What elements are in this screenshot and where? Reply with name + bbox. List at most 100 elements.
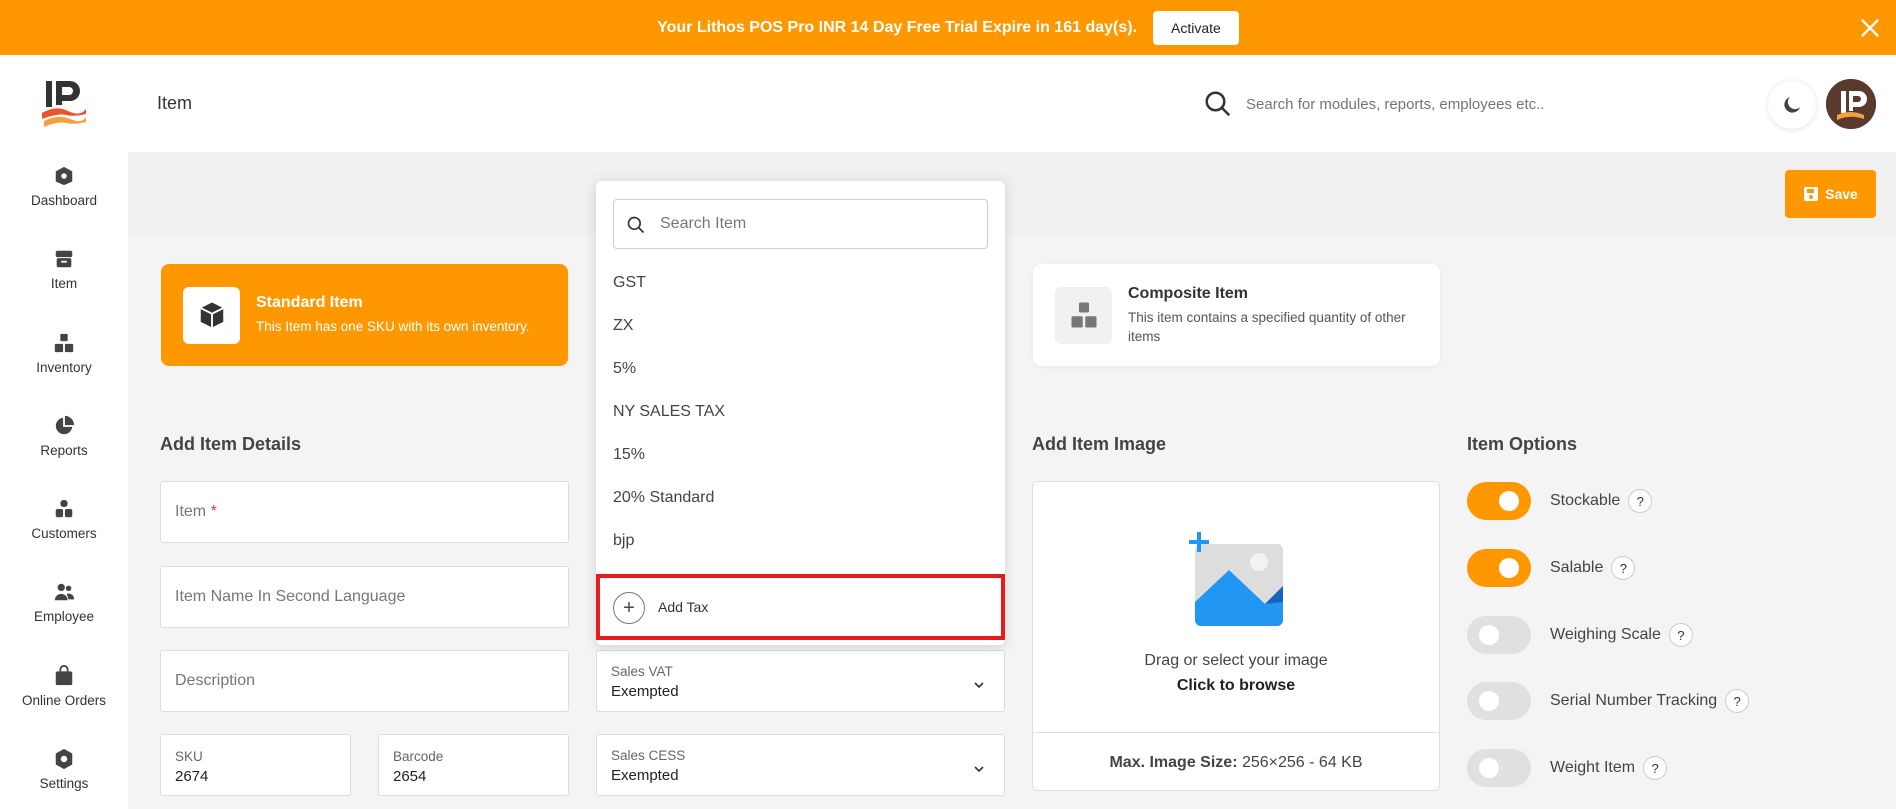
max-size-label: Max. Image Size:	[1109, 754, 1238, 771]
sales-vat-value: Exempted	[611, 683, 679, 700]
composite-item-card[interactable]: Composite Item This item contains a spec…	[1033, 264, 1440, 366]
sku-value: 2674	[175, 768, 209, 785]
help-icon[interactable]: ?	[1668, 623, 1693, 647]
user-avatar[interactable]	[1826, 79, 1876, 129]
standard-item-desc: This Item has one SKU with its own inven…	[256, 319, 530, 334]
tax-option[interactable]: bjp	[613, 532, 634, 550]
plus-icon: +	[613, 592, 645, 624]
option-serial-number-tracking: Serial Number Tracking ?	[1467, 681, 1750, 721]
trial-banner: Your Lithos POS Pro INR 14 Day Free Tria…	[0, 0, 1896, 55]
sidebar-item-label: Customers	[31, 526, 97, 541]
sidebar-item-employee[interactable]: Employee	[0, 581, 128, 651]
sidebar-item-customers[interactable]: Customers	[0, 498, 128, 568]
tax-search-input[interactable]: Search Item	[613, 199, 988, 249]
image-upload-dropzone[interactable]: Drag or select your image Click to brows…	[1032, 481, 1440, 791]
search-icon	[627, 216, 645, 234]
standard-item-card[interactable]: Standard Item This Item has one SKU with…	[161, 264, 568, 366]
sidebar-item-dashboard[interactable]: Dashboard	[0, 165, 128, 235]
salable-toggle[interactable]	[1467, 549, 1531, 587]
option-label: Serial Number Tracking	[1550, 692, 1718, 709]
sidebar-item-item[interactable]: Item	[0, 248, 128, 318]
item-name-field[interactable]: Item *	[160, 481, 569, 543]
employee-icon	[54, 583, 75, 601]
sidebar-item-label: Settings	[39, 776, 89, 791]
option-stockable: Stockable ?	[1467, 481, 1653, 521]
tax-option[interactable]: 15%	[613, 446, 645, 464]
item-options-title: Item Options	[1467, 434, 1578, 454]
composite-item-icon-box	[1055, 286, 1112, 344]
sales-cess-label: Sales CESS	[611, 748, 686, 763]
option-weighing-scale: Weighing Scale ?	[1467, 615, 1693, 655]
add-tax-button[interactable]: + Add Tax	[596, 574, 1005, 640]
click-to-browse-link[interactable]: Click to browse	[1033, 677, 1439, 695]
cube-box-icon	[199, 302, 224, 328]
description-field[interactable]: Description	[160, 650, 569, 712]
option-label: Salable	[1550, 559, 1604, 576]
avatar-logo-icon	[1826, 79, 1876, 129]
tax-option[interactable]: GST	[613, 274, 646, 292]
global-search-input[interactable]	[1246, 90, 1566, 118]
tax-search-placeholder: Search Item	[660, 215, 747, 232]
required-mark: *	[210, 503, 217, 520]
second-language-placeholder: Item Name In Second Language	[175, 588, 406, 605]
sku-field[interactable]: SKU 2674	[160, 734, 351, 796]
boxes-icon	[1071, 302, 1096, 328]
trial-banner-text: Your Lithos POS Pro INR 14 Day Free Tria…	[657, 18, 1138, 36]
sidebar-item-settings[interactable]: Settings	[0, 748, 128, 809]
tax-option[interactable]: 5%	[613, 360, 636, 378]
sales-vat-label: Sales VAT	[611, 664, 673, 679]
activate-button[interactable]: Activate	[1153, 10, 1239, 45]
chevron-down-icon	[974, 682, 984, 689]
save-icon	[1804, 187, 1819, 201]
app-logo	[42, 81, 86, 127]
standard-item-title: Standard Item	[256, 294, 363, 311]
barcode-field[interactable]: Barcode 2654	[378, 734, 569, 796]
sidebar-item-online-orders[interactable]: Online Orders	[0, 665, 128, 735]
item-box-icon	[55, 250, 73, 268]
sales-cess-value: Exempted	[611, 767, 679, 784]
add-tax-label: Add Tax	[658, 599, 709, 615]
option-label: Stockable	[1550, 492, 1621, 509]
composite-item-title: Composite Item	[1128, 284, 1249, 302]
settings-icon	[55, 748, 73, 770]
tax-option[interactable]: 20% Standard	[613, 489, 714, 507]
max-image-size-info: Max. Image Size: 256×256 - 64 KB	[1033, 732, 1439, 790]
theme-toggle-button[interactable]	[1768, 81, 1816, 129]
composite-item-desc: This item contains a specified quantity …	[1128, 309, 1406, 344]
max-size-value: 256×256 - 64 KB	[1241, 754, 1363, 771]
sidebar-item-label: Employee	[33, 609, 95, 624]
tax-option[interactable]: NY SALES TAX	[613, 403, 725, 421]
weight-item-toggle[interactable]	[1467, 749, 1531, 787]
barcode-value: 2654	[393, 768, 427, 785]
item-details-title: Add Item Details	[160, 434, 302, 454]
help-icon[interactable]: ?	[1725, 689, 1750, 713]
sidebar-item-label: Online Orders	[21, 693, 107, 708]
chevron-down-icon	[974, 766, 984, 773]
description-placeholder: Description	[175, 672, 256, 689]
help-icon[interactable]: ?	[1628, 489, 1653, 513]
home-icon	[55, 166, 73, 186]
sidebar-item-label: Item	[50, 276, 78, 291]
sidebar: Dashboard Item Inventory Reports Custome…	[0, 55, 128, 809]
option-weight-item: Weight Item ?	[1467, 748, 1668, 788]
option-salable: Salable ?	[1467, 548, 1636, 588]
upload-hint-text: Drag or select your image	[1144, 652, 1328, 669]
serial-number-tracking-toggle[interactable]	[1467, 682, 1531, 720]
sidebar-item-label: Dashboard	[30, 193, 98, 208]
close-icon[interactable]	[1856, 14, 1884, 42]
action-toolbar	[128, 152, 1896, 235]
stockable-toggle[interactable]	[1467, 482, 1531, 520]
sidebar-item-reports[interactable]: Reports	[0, 415, 128, 485]
save-button[interactable]: Save	[1785, 170, 1876, 218]
help-icon[interactable]: ?	[1643, 756, 1668, 780]
second-language-name-field[interactable]: Item Name In Second Language	[160, 566, 569, 628]
tax-option[interactable]: ZX	[613, 317, 633, 335]
option-label: Weight Item	[1550, 759, 1636, 776]
sales-cess-select[interactable]: Sales CESS Exempted	[596, 734, 1005, 796]
help-icon[interactable]: ?	[1611, 556, 1636, 580]
inventory-boxes-icon	[54, 333, 74, 353]
weighing-scale-toggle[interactable]	[1467, 616, 1531, 654]
sku-label: SKU	[175, 749, 203, 764]
sales-vat-select[interactable]: Sales VAT Exempted	[596, 650, 1005, 712]
sidebar-item-inventory[interactable]: Inventory	[0, 332, 128, 402]
